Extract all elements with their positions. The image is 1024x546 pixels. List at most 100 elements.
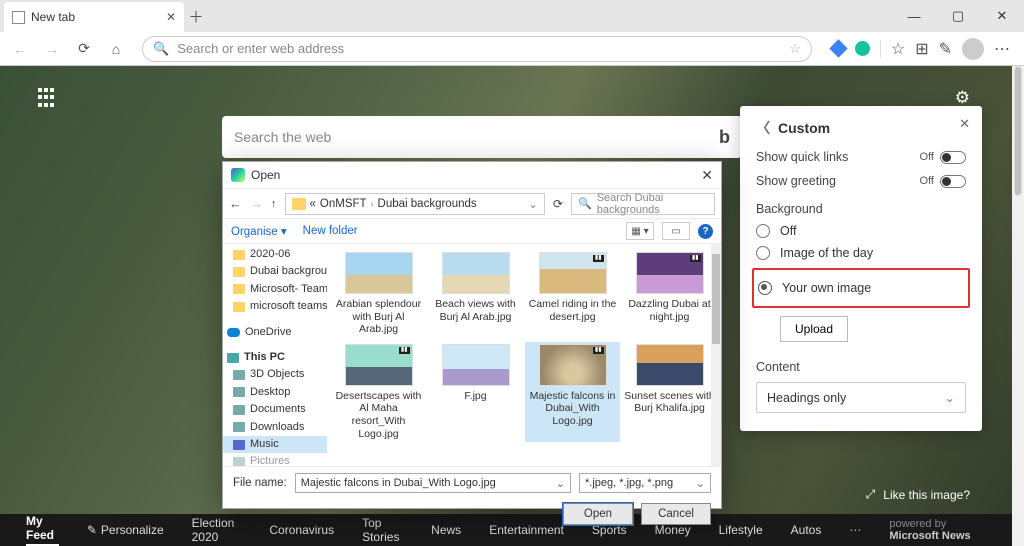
expand-icon: ⤢ <box>866 487 876 502</box>
folder-icon <box>292 198 306 210</box>
feed-item-lifestyle[interactable]: Lifestyle <box>719 523 763 537</box>
onedrive-icon <box>227 328 240 337</box>
bg-option-own-image[interactable]: Your own image <box>758 281 964 295</box>
minimize-button[interactable]: — <box>892 0 936 32</box>
panel-title: Custom <box>778 120 830 136</box>
feed-item-autos[interactable]: Autos <box>791 523 822 537</box>
collections-icon[interactable]: ⊞ <box>915 39 928 59</box>
back-button[interactable]: ← <box>6 35 34 63</box>
forward-button[interactable]: → <box>38 35 66 63</box>
browser-tab[interactable]: New tab ✕ <box>4 2 184 32</box>
tree-folder[interactable]: microsoft teams <box>223 298 327 315</box>
tab-close-icon[interactable]: ✕ <box>166 10 176 24</box>
chevron-down-icon[interactable]: ⌄ <box>556 477 565 490</box>
panel-close-icon[interactable]: ✕ <box>959 116 970 132</box>
home-button[interactable]: ⌂ <box>102 35 130 63</box>
greeting-toggle[interactable]: Off <box>920 175 966 188</box>
file-item-desertscapes[interactable]: ▮▮Desertscapes with Al Maha resort_With … <box>331 342 426 442</box>
view-mode-button[interactable]: ▦ ▾ <box>626 222 654 240</box>
open-button[interactable]: Open <box>563 503 633 525</box>
new-folder-button[interactable]: New folder <box>303 225 358 237</box>
powered-by: powered by Microsoft News <box>889 518 986 542</box>
tree-folder[interactable]: Microsoft- Team <box>223 281 327 298</box>
bing-search-box[interactable]: Search the web b <box>222 116 742 158</box>
file-thumbnail <box>636 344 704 386</box>
favorites-icon[interactable]: ☆ <box>891 39 905 59</box>
highlighted-option: Your own image <box>752 268 970 308</box>
file-scrollbar[interactable] <box>711 244 721 466</box>
scroll-thumb[interactable] <box>1014 66 1022 196</box>
help-icon[interactable]: ? <box>698 224 713 239</box>
file-item-beach[interactable]: Beach views with Burj Al Arab.jpg <box>428 250 523 338</box>
file-item-arabian[interactable]: Arabian splendour with Burj Al Arab.jpg <box>331 250 426 338</box>
tree-this-pc[interactable]: This PC <box>223 349 327 366</box>
chevron-down-icon[interactable]: ⌄ <box>528 197 538 211</box>
chevron-down-icon: ⌄ <box>696 477 705 490</box>
tree-documents[interactable]: Documents <box>223 401 327 418</box>
nav-refresh-icon[interactable]: ⟳ <box>553 197 563 211</box>
breadcrumb[interactable]: « OnMSFT › Dubai backgrounds ⌄ <box>285 193 545 215</box>
nav-forward-icon[interactable]: → <box>250 196 263 211</box>
search-icon: 🔍 <box>153 41 169 57</box>
tree-pictures[interactable]: Pictures <box>223 453 327 466</box>
nav-back-icon[interactable]: ← <box>229 196 242 211</box>
diamond-icon[interactable] <box>829 39 847 57</box>
menu-icon[interactable]: ⋯ <box>994 39 1010 59</box>
tree-music[interactable]: Music <box>223 436 327 453</box>
folder-icon <box>233 302 245 312</box>
filetype-dropdown[interactable]: *.jpeg, *.jpg, *.png⌄ <box>579 473 711 493</box>
path-current[interactable]: Dubai backgrounds <box>378 198 477 210</box>
tab-favicon <box>12 11 25 24</box>
dialog-search[interactable]: 🔍 Search Dubai backgrounds <box>571 193 715 215</box>
bg-option-image-of-day[interactable]: Image of the day <box>756 246 966 260</box>
nav-up-icon[interactable]: ↑ <box>271 198 277 210</box>
greeting-row: Show greeting Off <box>756 174 966 188</box>
folder-icon <box>233 267 245 277</box>
file-name: Arabian splendour with Burj Al Arab.jpg <box>333 298 424 336</box>
feed-item-myfeed[interactable]: My Feed <box>26 514 59 546</box>
back-icon[interactable]: 〈 <box>756 118 770 138</box>
tree-downloads[interactable]: Downloads <box>223 419 327 436</box>
favorite-icon[interactable]: ☆ <box>789 41 801 57</box>
dialog-buttons: Open Cancel <box>223 499 721 533</box>
tree-onedrive[interactable]: OneDrive <box>223 324 327 341</box>
path-root[interactable]: OnMSFT <box>320 198 367 210</box>
feed-more-icon[interactable]: ⋯ <box>849 523 861 537</box>
organise-button[interactable]: Organise ▾ <box>231 224 287 238</box>
page-scrollbar[interactable] <box>1012 66 1024 546</box>
folder-icon <box>233 370 245 380</box>
quick-links-toggle[interactable]: Off <box>920 151 966 164</box>
filename-input[interactable]: Majestic falcons in Dubai_With Logo.jpg⌄ <box>295 473 571 493</box>
file-item-sunset[interactable]: Sunset scenes with Burj Khalifa.jpg <box>622 342 717 442</box>
file-item-camel[interactable]: ▮▮Camel riding in the desert.jpg <box>525 250 620 338</box>
tree-3d-objects[interactable]: 3D Objects <box>223 366 327 383</box>
tree-folder[interactable]: 2020-06 <box>223 246 327 263</box>
settings-gear-icon[interactable]: ⚙ <box>955 88 970 108</box>
reading-icon[interactable]: ✎ <box>939 39 952 59</box>
preview-pane-button[interactable]: ▭ <box>662 222 690 240</box>
file-item-dazzling[interactable]: ▮▮Dazzling Dubai at night.jpg <box>622 250 717 338</box>
file-name: Desertscapes with Al Maha resort_With Lo… <box>333 390 424 440</box>
file-item-f[interactable]: F.jpg <box>428 342 523 442</box>
tree-folder[interactable]: Dubai backgrou <box>223 263 327 280</box>
content-value: Headings only <box>767 391 846 405</box>
bg-option-off[interactable]: Off <box>756 224 966 238</box>
cancel-button[interactable]: Cancel <box>641 503 711 525</box>
apps-icon[interactable] <box>38 88 58 108</box>
upload-button[interactable]: Upload <box>780 316 848 342</box>
chevron-down-icon: ⌄ <box>945 390 955 405</box>
file-name: Dazzling Dubai at night.jpg <box>624 298 715 323</box>
close-window-button[interactable]: ✕ <box>980 0 1024 32</box>
like-image-link[interactable]: ⤢ Like this image? <box>866 487 970 502</box>
feed-item-personalize[interactable]: ✎Personalize <box>87 523 164 537</box>
dialog-close-icon[interactable]: ✕ <box>701 167 713 184</box>
address-bar[interactable]: 🔍 Search or enter web address ☆ <box>142 36 812 62</box>
content-dropdown[interactable]: Headings only ⌄ <box>756 382 966 413</box>
maximize-button[interactable]: ▢ <box>936 0 980 32</box>
new-tab-button[interactable]: ＋ <box>184 6 208 27</box>
file-item-falcon[interactable]: ▮▮Majestic falcons in Dubai_With Logo.jp… <box>525 342 620 442</box>
refresh-button[interactable]: ⟳ <box>70 35 98 63</box>
grammarly-icon[interactable] <box>855 41 870 56</box>
profile-avatar[interactable] <box>962 38 984 60</box>
tree-desktop[interactable]: Desktop <box>223 384 327 401</box>
